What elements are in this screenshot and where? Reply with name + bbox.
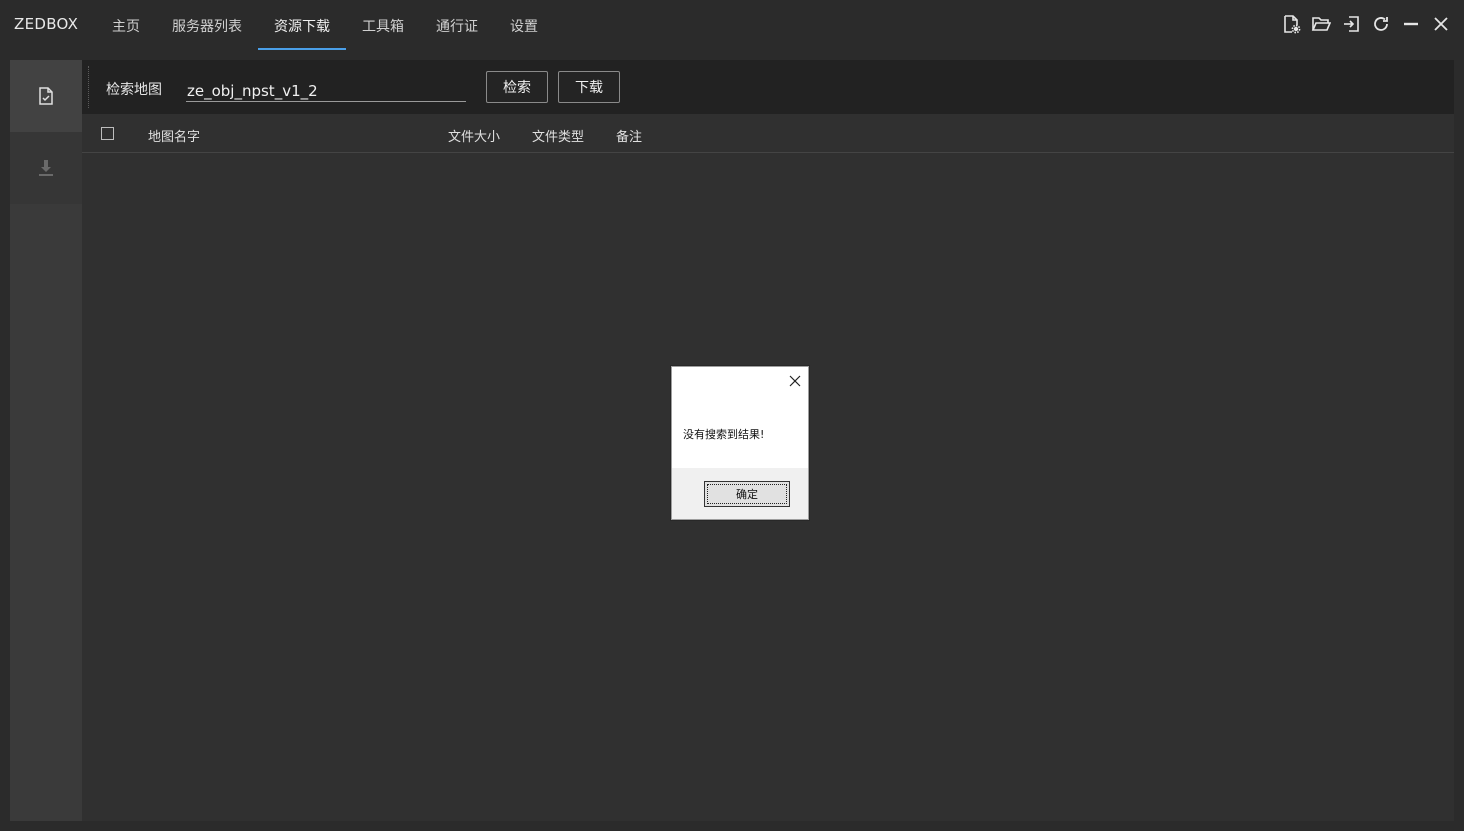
search-label: 检索地图 (106, 82, 162, 98)
nav-tab-resource-download[interactable]: 资源下载 (258, 0, 346, 50)
column-header-file-size[interactable]: 文件大小 (448, 126, 500, 145)
table-header: 地图名字 文件大小 文件类型 备注 (82, 114, 1454, 153)
window-controls (1280, 13, 1452, 35)
column-header-note[interactable]: 备注 (616, 126, 642, 145)
sign-in-icon[interactable] (1340, 13, 1362, 35)
message-dialog: 没有搜索到结果! 确定 (671, 366, 809, 520)
main-nav: 主页 服务器列表 资源下载 工具箱 通行证 设置 (96, 0, 554, 50)
search-toolbar: 检索地图 检索 下载 (82, 60, 1454, 114)
nav-tab-pass[interactable]: 通行证 (420, 0, 494, 50)
close-icon[interactable] (1430, 13, 1452, 35)
nav-tab-toolbox[interactable]: 工具箱 (346, 0, 420, 50)
toolbar-grip[interactable] (88, 66, 90, 108)
title-bar: ZEDBOX 主页 服务器列表 资源下载 工具箱 通行证 设置 (0, 0, 1464, 50)
app-brand: ZEDBOX (14, 15, 79, 33)
dialog-footer: 确定 (672, 468, 808, 519)
nav-tab-settings[interactable]: 设置 (494, 0, 554, 50)
nav-tab-server-list[interactable]: 服务器列表 (156, 0, 258, 50)
file-settings-icon[interactable] (1280, 13, 1302, 35)
refresh-icon[interactable] (1370, 13, 1392, 35)
app-window: ZEDBOX 主页 服务器列表 资源下载 工具箱 通行证 设置 检索地图 ze_… (0, 0, 1464, 831)
minimize-icon[interactable] (1400, 13, 1422, 35)
sidebar (10, 60, 82, 821)
search-button[interactable]: 检索 (486, 71, 548, 103)
map-search-input[interactable] (186, 74, 466, 102)
file-check-icon (39, 87, 53, 105)
download-icon (39, 160, 53, 176)
sidebar-item-resource-list[interactable] (10, 60, 82, 132)
select-all-checkbox[interactable] (101, 127, 114, 140)
folder-open-icon[interactable] (1310, 13, 1332, 35)
column-header-map-name[interactable]: 地图名字 (148, 126, 200, 145)
sidebar-item-downloads[interactable] (10, 132, 82, 204)
dialog-ok-button[interactable]: 确定 (704, 481, 790, 507)
dialog-close-icon[interactable] (788, 373, 802, 387)
download-button[interactable]: 下载 (558, 71, 620, 103)
dialog-message: 没有搜索到结果! (683, 428, 765, 441)
nav-tab-home[interactable]: 主页 (96, 0, 156, 50)
column-header-file-type[interactable]: 文件类型 (532, 126, 584, 145)
